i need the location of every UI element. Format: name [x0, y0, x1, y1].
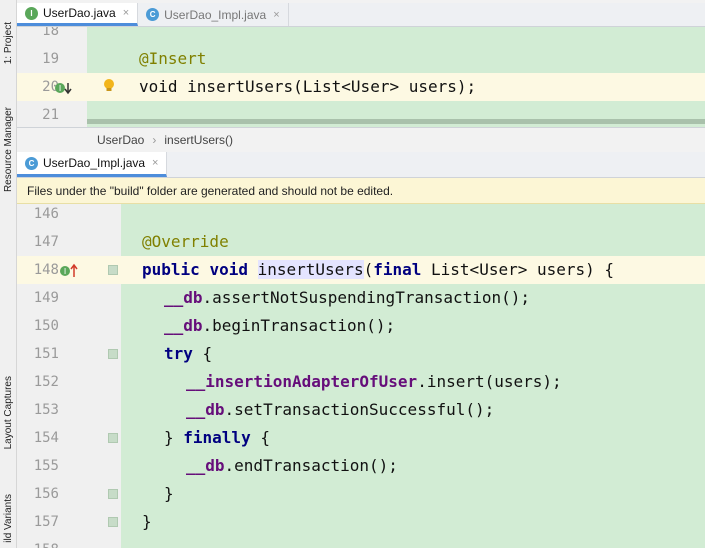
top-editor-pane[interactable]: 18 19 @Insert 20 I void insertUsers(List…	[17, 27, 705, 127]
code-line: 147 @Override	[17, 228, 705, 256]
code-text: __insertionAdapterOfUser.insert(users);	[186, 372, 562, 391]
line-number: 155	[33, 458, 59, 474]
top-editor-tabbar: I UserDao.java × C UserDao_Impl.java ×	[17, 3, 705, 27]
line-number: 156	[33, 486, 59, 502]
code-text: try {	[164, 344, 213, 363]
breadcrumb-item-method[interactable]: insertUsers()	[164, 133, 233, 147]
line-number: 148	[33, 262, 59, 278]
line-number: 158	[17, 536, 59, 548]
layout-captures-tool-tab[interactable]: Layout Captures	[1, 365, 16, 460]
class-file-icon: C	[25, 156, 38, 170]
lightbulb-icon[interactable]	[103, 78, 115, 97]
breadcrumb: UserDao › insertUsers()	[17, 127, 705, 151]
close-icon[interactable]: ×	[152, 157, 158, 169]
resource-manager-tool-tab[interactable]: Resource Manager	[1, 100, 16, 200]
code-line-current: 148 I public void insertUsers(final List…	[17, 256, 705, 284]
breadcrumb-item-class[interactable]: UserDao	[97, 133, 144, 147]
line-number: 150	[33, 318, 59, 334]
layout-captures-tab-label: Layout Captures	[3, 375, 14, 450]
bottom-editor-pane[interactable]: 146 147 @Override 148 I public void inse…	[17, 204, 705, 548]
generated-file-warning-banner: Files under the "build" folder are gener…	[17, 178, 705, 204]
line-number: 20	[42, 79, 59, 95]
banner-text: Files under the "build" folder are gener…	[27, 183, 394, 198]
code-line: 157 }	[17, 508, 705, 536]
code-text: __db.endTransaction();	[186, 456, 398, 475]
tab-label: UserDao_Impl.java	[164, 7, 267, 22]
horizontal-scrollbar[interactable]	[87, 119, 705, 124]
line-number: 154	[33, 430, 59, 446]
code-line: 155 __db.endTransaction();	[17, 452, 705, 480]
tab-userdao-impl-java-bottom[interactable]: C UserDao_Impl.java ×	[17, 152, 168, 177]
tab-label: UserDao_Impl.java	[43, 156, 146, 170]
line-number: 21	[42, 107, 59, 123]
line-number: 153	[33, 402, 59, 418]
resource-manager-tab-label: Resource Manager	[3, 107, 14, 193]
line-number: 151	[33, 346, 59, 362]
line-number: 152	[33, 374, 59, 390]
code-text: }	[142, 512, 152, 531]
code-text: } finally {	[164, 428, 270, 447]
line-number: 147	[33, 234, 59, 250]
line-number: 149	[33, 290, 59, 306]
implementing-icon[interactable]: I	[59, 263, 81, 282]
code-text: void insertUsers(List<User> users);	[139, 77, 477, 96]
code-line: 149 __db.assertNotSuspendingTransaction(…	[17, 284, 705, 312]
interface-file-icon: I	[25, 6, 38, 20]
code-line: 153 __db.setTransactionSuccessful();	[17, 396, 705, 424]
project-tool-tab[interactable]: 1: Project	[1, 8, 16, 78]
svg-text:I: I	[64, 267, 66, 276]
code-line: 158	[17, 536, 705, 548]
code-line: 19 @Insert	[17, 45, 705, 73]
svg-text:I: I	[59, 84, 61, 93]
code-text: @Insert	[139, 49, 207, 68]
code-line: 154 } finally {	[17, 424, 705, 452]
fold-marker[interactable]	[108, 349, 118, 359]
line-number: 146	[33, 206, 59, 222]
tab-label: UserDao.java	[43, 6, 116, 20]
tab-userdao-impl-java[interactable]: C UserDao_Impl.java ×	[138, 3, 289, 26]
line-number: 18	[42, 27, 59, 39]
breadcrumb-separator: ›	[152, 132, 157, 147]
code-line: 156 }	[17, 480, 705, 508]
code-text: }	[164, 484, 174, 503]
code-text: __db.assertNotSuspendingTransaction();	[164, 288, 531, 307]
fold-marker[interactable]	[108, 265, 118, 275]
line-number: 157	[33, 514, 59, 530]
close-icon[interactable]: ×	[273, 9, 279, 21]
close-icon[interactable]: ×	[123, 7, 129, 19]
line-number: 19	[42, 51, 59, 67]
code-line: 150 __db.beginTransaction();	[17, 312, 705, 340]
code-line: 18	[17, 27, 705, 45]
code-text: __db.setTransactionSuccessful();	[186, 400, 495, 419]
code-line: 151 try {	[17, 340, 705, 368]
code-text: public void insertUsers(final List<User>…	[142, 260, 615, 279]
class-file-icon: C	[146, 8, 160, 21]
tool-window-strip: 1: Project Resource Manager Layout Captu…	[0, 0, 17, 548]
code-line: 146	[17, 204, 705, 228]
code-line: 152 __insertionAdapterOfUser.insert(user…	[17, 368, 705, 396]
build-variants-tool-tab[interactable]: ild Variants	[1, 488, 16, 548]
fold-marker[interactable]	[108, 433, 118, 443]
code-text: @Override	[142, 232, 229, 251]
build-variants-tab-label: ild Variants	[3, 493, 14, 543]
code-text: __db.beginTransaction();	[164, 316, 396, 335]
implemented-icon[interactable]: I	[54, 81, 74, 98]
fold-marker[interactable]	[108, 517, 118, 527]
fold-marker[interactable]	[108, 489, 118, 499]
code-line-current: 20 I void insertUsers(List<User> users);	[17, 73, 705, 101]
tab-userdao-java[interactable]: I UserDao.java ×	[17, 3, 139, 26]
project-tab-label: 1: Project	[3, 21, 14, 65]
bottom-editor-tabbar: C UserDao_Impl.java ×	[17, 152, 705, 178]
